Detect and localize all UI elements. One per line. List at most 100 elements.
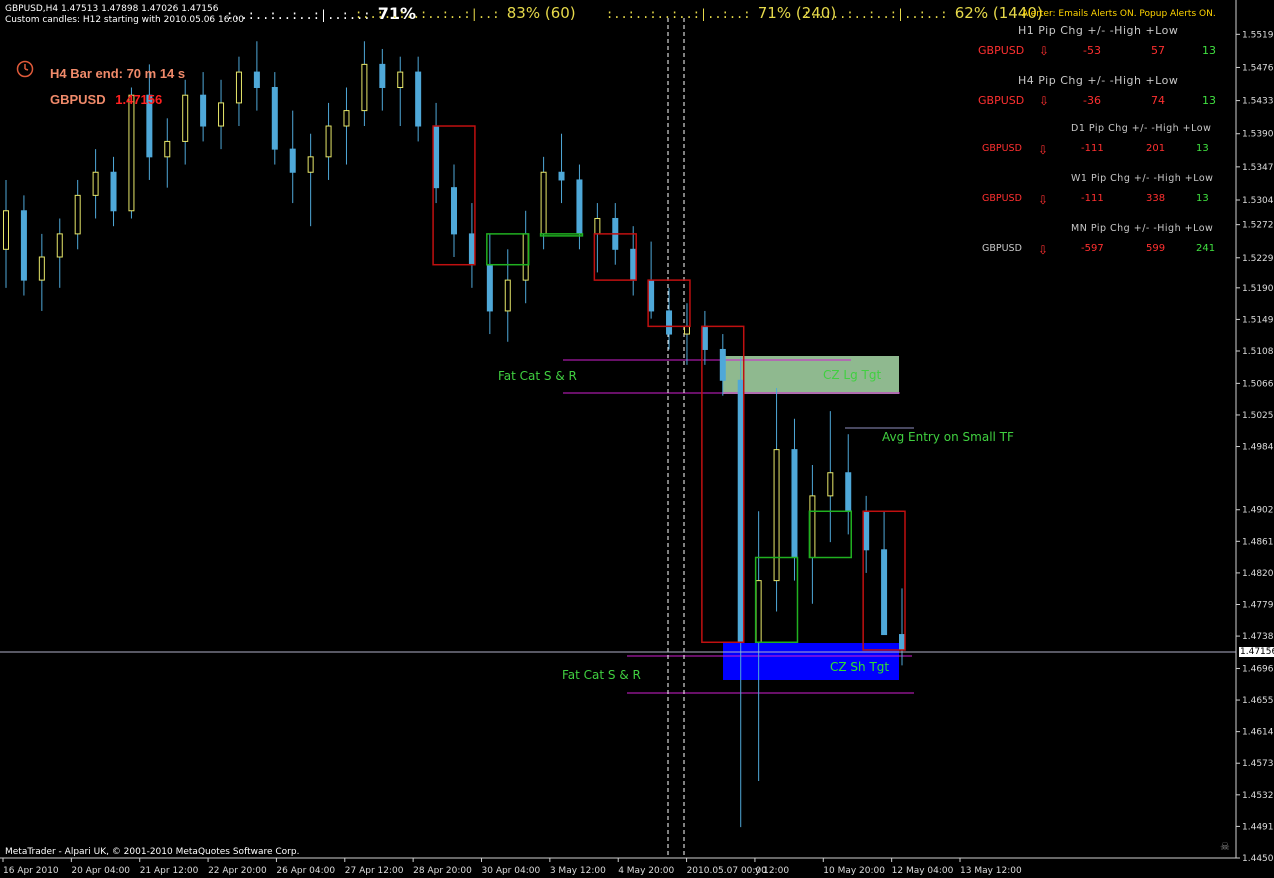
price-tick-label: 1.46550 — [1242, 696, 1274, 706]
price-tick-label: 1.45730 — [1242, 759, 1274, 769]
time-tick-label: 21 Apr 12:00 — [140, 866, 199, 876]
down-arrow-icon: ⇩ — [1038, 243, 1049, 257]
time-tick-label: 10 May 20:00 — [823, 866, 885, 876]
candle-bear — [719, 348, 726, 381]
candle-bull — [325, 125, 332, 158]
candle-bull — [683, 325, 690, 335]
candle-bear — [737, 379, 744, 643]
candle-bear — [415, 71, 422, 127]
price-tick-label: 1.48200 — [1242, 569, 1274, 579]
candle-bear — [899, 634, 905, 651]
price-tick-label: 1.50660 — [1242, 379, 1274, 389]
price-tick-label: 1.44500 — [1242, 854, 1274, 864]
pip-group-header: MN Pip Chg +/- -High +Low — [1071, 223, 1214, 234]
candle-bull — [522, 233, 529, 281]
cz-long-target-label: CZ Lg Tgt — [823, 368, 882, 382]
candle-bear — [486, 264, 493, 312]
time-tick-label: 22 Apr 20:00 — [208, 866, 267, 876]
time-tick-label: 26 Apr 04:00 — [276, 866, 335, 876]
pip-low-value: 13 — [1196, 143, 1209, 154]
pip-high-value: 599 — [1146, 243, 1166, 254]
fatcat-label-top: Fat Cat S & R — [498, 369, 577, 383]
pip-group-header: W1 Pip Chg +/- -High +Low — [1071, 173, 1214, 184]
candle-bear — [791, 449, 798, 559]
price-tick-label: 1.47790 — [1242, 601, 1274, 611]
candle-bull — [38, 256, 45, 281]
candle-bull — [343, 110, 350, 127]
candle-bull — [809, 495, 816, 559]
time-tick-label: 16 Apr 2010 — [3, 866, 59, 876]
candle-bull — [755, 580, 762, 643]
pip-symbol: GBPUSD — [978, 94, 1025, 107]
candle-bear — [701, 325, 708, 350]
candle-bull — [3, 210, 9, 250]
strength-bar-4: :..:..:..:..:|..:..: 62% (1440) — [803, 4, 1043, 22]
candle-bear — [845, 472, 852, 512]
price-tick-label: 1.49020 — [1242, 506, 1274, 516]
candle-bear — [200, 94, 207, 127]
time-tick-label: 28 Apr 20:00 — [413, 866, 472, 876]
candle-bear — [666, 310, 673, 335]
pip-low-value: 13 — [1202, 44, 1216, 57]
time-tick-label: 30 Apr 04:00 — [482, 866, 541, 876]
price-tick-label: 1.45320 — [1242, 791, 1274, 801]
bar-timer-symbol: GBPUSD — [50, 92, 106, 107]
candle-bull — [540, 171, 547, 235]
candle-bear — [468, 233, 475, 266]
bar-timer-quote: GBPUSD 1.47156 — [50, 92, 162, 107]
pip-symbol: GBPUSD — [982, 193, 1022, 204]
candle-bull — [218, 102, 225, 127]
price-tick-label: 1.51080 — [1242, 347, 1274, 357]
pip-high-value: 74 — [1151, 94, 1165, 107]
price-tick-label: 1.51900 — [1242, 284, 1274, 294]
skull-icon: ☠ — [1220, 840, 1230, 853]
price-tick-label: 1.51490 — [1242, 315, 1274, 325]
strength-bar-2: :..:..:..:..:..:|..: 83% (60) — [355, 4, 576, 22]
cz-short-target-label: CZ Sh Tgt — [830, 660, 890, 674]
candle-bear — [863, 510, 870, 551]
candle-bear — [253, 71, 260, 88]
strength-bar-3: :..:..:..:..:|..:..: 71% (240) — [606, 4, 837, 22]
pip-high-value: 57 — [1151, 44, 1165, 57]
price-tick-label: 1.52720 — [1242, 221, 1274, 231]
candle-bear — [433, 125, 440, 189]
candle-bear — [630, 248, 637, 281]
down-arrow-icon: ⇩ — [1038, 193, 1049, 207]
time-tick-label: 4 May 20:00 — [618, 866, 674, 876]
alerter-status: Alerter: Emails Alerts ON. Popup Alerts … — [1022, 9, 1216, 19]
pip-group-header: H1 Pip Chg +/- -High +Low — [1018, 24, 1179, 37]
price-tick-label: 1.54330 — [1242, 97, 1274, 107]
down-arrow-icon: ⇩ — [1039, 94, 1050, 108]
candle-bull — [74, 194, 81, 235]
pip-change-value: -53 — [1083, 44, 1101, 57]
fatcat-label-bottom: Fat Cat S & R — [562, 668, 641, 682]
pip-high-value: 338 — [1146, 193, 1166, 204]
time-tick-label: 3 May 12:00 — [550, 866, 606, 876]
candle-bull — [128, 94, 135, 212]
price-tick-label: 1.48610 — [1242, 537, 1274, 547]
candle-bear — [289, 148, 296, 173]
pip-group-header: D1 Pip Chg +/- -High +Low — [1071, 123, 1212, 134]
candle-bull — [164, 140, 171, 158]
chart-symbol-ohlc: GBPUSD,H4 1.47513 1.47898 1.47026 1.4715… — [5, 4, 219, 14]
candle-bear — [271, 86, 278, 150]
candle-bear — [881, 549, 888, 636]
pip-low-value: 13 — [1196, 193, 1209, 204]
pip-symbol: GBPUSD — [982, 143, 1022, 154]
avg-entry-label: Avg Entry on Small TF — [882, 430, 1014, 444]
candle-bear — [379, 63, 386, 88]
candle-bull — [235, 71, 242, 104]
candle-bear — [648, 279, 655, 312]
pip-low-value: 13 — [1202, 94, 1216, 107]
price-tick-label: 1.53900 — [1242, 130, 1274, 140]
pip-change-value: -111 — [1081, 143, 1104, 154]
price-tick-label: 1.53040 — [1242, 196, 1274, 206]
bar-end-timer: H4 Bar end: 70 m 14 s — [50, 66, 186, 81]
pip-symbol: GBPUSD — [978, 44, 1025, 57]
candle-bull — [361, 63, 368, 112]
price-tick-label: 1.46960 — [1242, 664, 1274, 674]
pip-high-value: 201 — [1146, 143, 1166, 154]
pip-change-value: -111 — [1081, 193, 1104, 204]
pip-group-header: H4 Pip Chg +/- -High +Low — [1018, 74, 1179, 87]
candle-bear — [558, 171, 565, 181]
